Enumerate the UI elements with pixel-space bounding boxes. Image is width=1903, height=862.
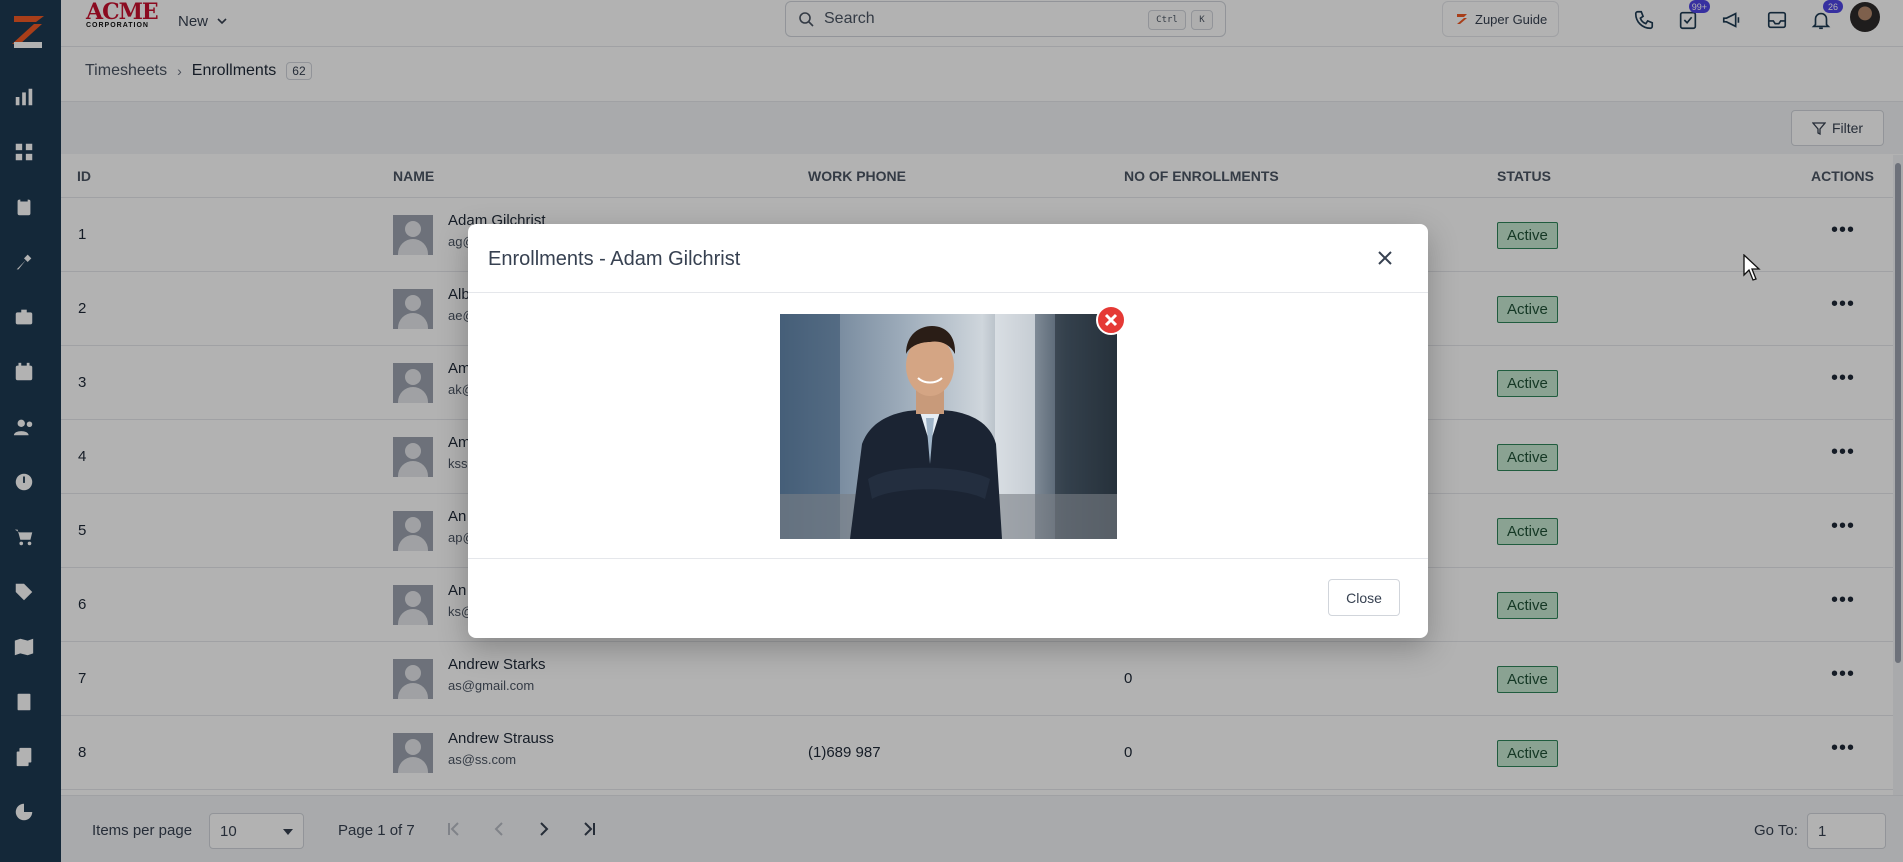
enrollments-modal: Enrollments - Adam Gilchrist Close [468, 224, 1428, 638]
modal-title: Enrollments - Adam Gilchrist [488, 248, 741, 270]
modal-header: Enrollments - Adam Gilchrist [468, 224, 1428, 293]
modal-body [468, 293, 1428, 559]
remove-photo-icon[interactable] [1096, 305, 1126, 335]
mouse-cursor-icon [1743, 254, 1761, 281]
close-icon[interactable] [1373, 246, 1397, 270]
close-button[interactable]: Close [1328, 579, 1400, 616]
enrollment-photo [780, 314, 1117, 539]
